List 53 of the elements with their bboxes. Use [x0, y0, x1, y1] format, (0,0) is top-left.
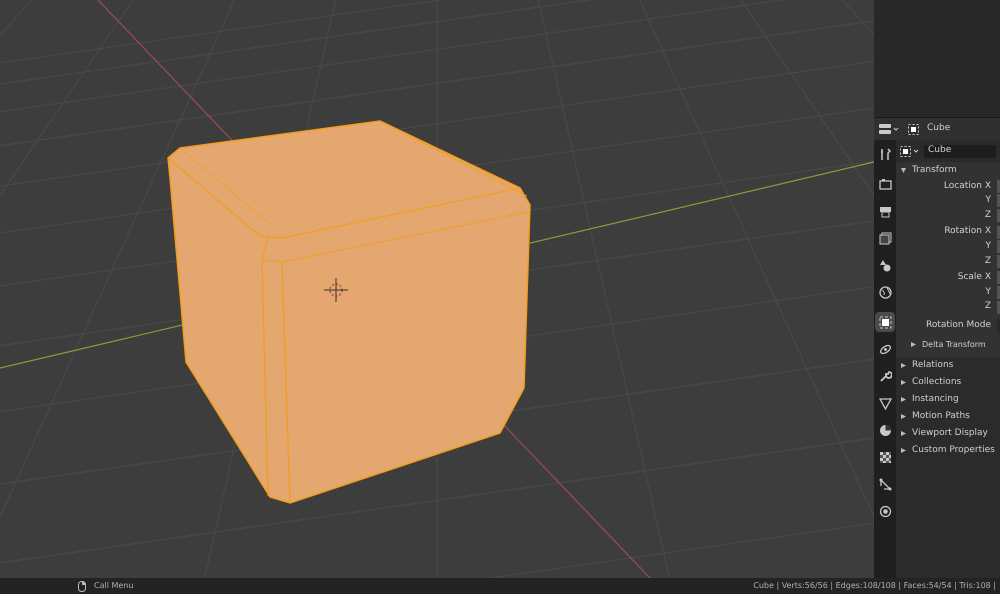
disclosure-triangle-icon — [901, 380, 906, 386]
field-label: Rotation Mode — [926, 318, 992, 332]
value-field[interactable] — [997, 180, 1000, 193]
camera-icon — [878, 178, 892, 190]
properties-tab[interactable] — [875, 312, 895, 332]
panel-header[interactable]: Transform — [896, 162, 1000, 179]
tool-icon — [878, 148, 892, 160]
disclosure-triangle-icon — [901, 414, 906, 420]
disclosure-triangle-icon — [901, 397, 906, 402]
field-label: Scale X — [958, 271, 992, 284]
disclosure-triangle-icon — [901, 431, 906, 436]
scene-statistics: Cube | Verts:56/56 | Edges:108/108 | Faces:54/54 | Tris:108 | — [753, 580, 996, 592]
globe-icon — [878, 286, 892, 298]
image-stack-icon — [878, 232, 892, 244]
editor-type-icon[interactable] — [878, 123, 900, 135]
value-field[interactable] — [997, 208, 1000, 222]
object-square-icon — [908, 124, 919, 134]
status-hint: Call Menu — [94, 580, 134, 592]
disclosure-triangle-icon — [901, 448, 906, 454]
value-field[interactable] — [997, 226, 1000, 239]
constraint-icon — [878, 478, 892, 490]
orbit-icon — [878, 342, 892, 356]
value-field[interactable] — [997, 286, 1000, 299]
object-square-icon — [878, 316, 892, 328]
object-dropdown-icon[interactable] — [900, 146, 920, 156]
mouse-icon — [78, 580, 86, 592]
value-field[interactable] — [997, 194, 1000, 208]
disclosure-triangle-icon — [901, 363, 906, 368]
checker-icon — [878, 450, 892, 464]
disclosure-triangle-icon — [911, 342, 916, 348]
object-name: Cube — [927, 122, 950, 136]
field-label: Y — [986, 194, 992, 208]
value-field[interactable] — [997, 271, 1000, 284]
value-field[interactable] — [997, 254, 1000, 268]
printer-icon — [878, 204, 892, 218]
triangle-icon — [878, 396, 892, 410]
3d-cursor-icon — [324, 278, 348, 302]
field-label: Z — [984, 300, 992, 314]
wrench-icon — [878, 370, 892, 382]
field-label: Y — [986, 240, 992, 253]
field-label: Location X — [944, 180, 992, 193]
disclosure-triangle-icon — [901, 168, 906, 173]
field-label: Z — [984, 254, 992, 268]
subpanel-header[interactable]: Delta Transform — [896, 336, 1000, 354]
value-field[interactable] — [997, 240, 1000, 254]
field-label: Z — [984, 208, 992, 222]
sphere-icon — [878, 424, 892, 436]
field-label: Rotation X — [944, 225, 992, 238]
shapes-icon — [878, 258, 892, 272]
value-field[interactable] — [997, 300, 1000, 314]
target-icon — [878, 504, 892, 518]
object-name-field[interactable]: Cube — [924, 144, 996, 158]
field-label: Y — [986, 286, 992, 299]
